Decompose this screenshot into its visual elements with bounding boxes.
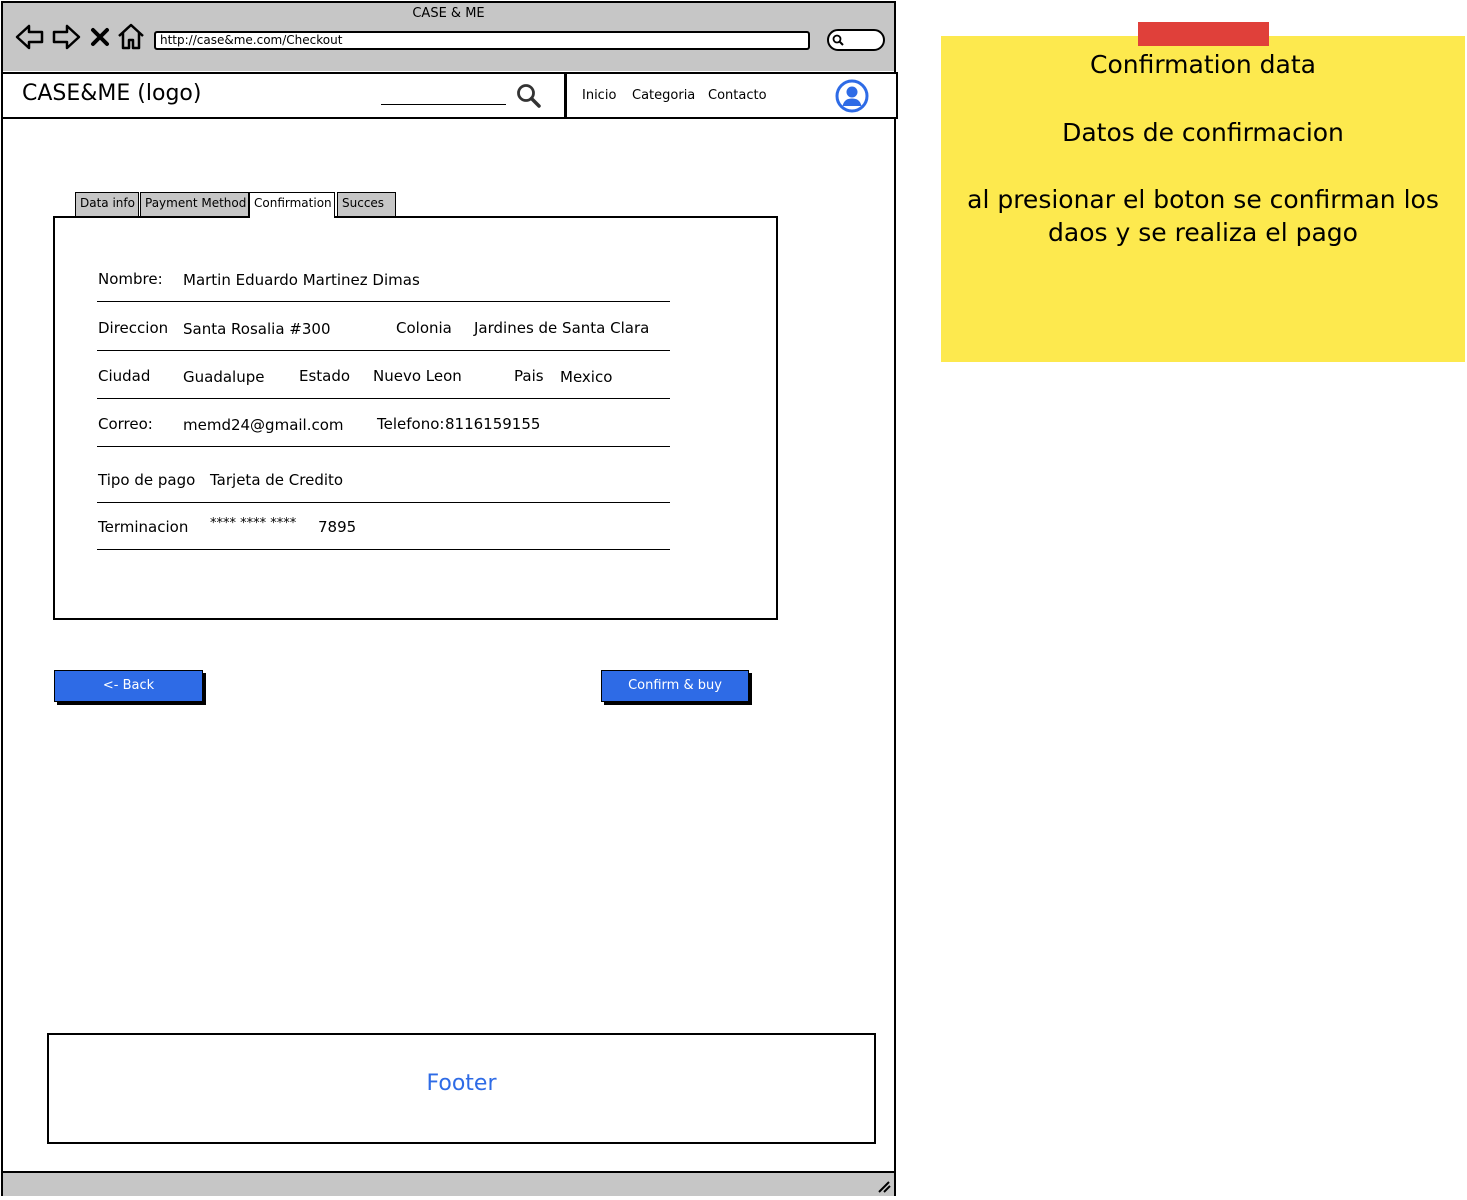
nav-link-contacto[interactable]: Contacto	[708, 88, 767, 103]
terminacion-value: 7895	[318, 518, 357, 536]
estado-value: Nuevo Leon	[373, 367, 462, 385]
tab-succes[interactable]: Succes	[337, 192, 396, 216]
site-search-input[interactable]	[381, 104, 506, 105]
tab-data-info[interactable]: Data info	[75, 192, 139, 216]
correo-value: memd24@gmail.com	[183, 416, 344, 434]
row-divider	[97, 549, 670, 550]
telefono-label: Telefono:	[377, 415, 445, 433]
back-button[interactable]: <- Back	[54, 670, 203, 702]
browser-status-bar	[3, 1171, 894, 1196]
back-icon[interactable]	[15, 22, 45, 52]
colonia-value: Jardines de Santa Clara	[474, 319, 650, 337]
tipo-pago-value: Tarjeta de Credito	[210, 471, 344, 489]
url-bar[interactable]: http://case&me.com/Checkout	[154, 31, 810, 50]
nombre-label: Nombre:	[98, 270, 163, 288]
window-title: CASE & ME	[412, 6, 485, 21]
search-icon[interactable]	[516, 83, 542, 109]
home-icon[interactable]	[116, 21, 146, 51]
logo[interactable]: CASE&ME (logo)	[22, 81, 201, 106]
row-divider	[97, 301, 670, 302]
row-divider	[97, 446, 670, 447]
browser-search-field[interactable]	[827, 29, 885, 51]
nav-link-categoria[interactable]: Categoria	[632, 88, 695, 103]
colonia-label: Colonia	[396, 319, 452, 337]
ciudad-value: Guadalupe	[183, 368, 265, 386]
ciudad-label: Ciudad	[98, 367, 151, 385]
note-line-2: daos y se realiza el pago	[1048, 218, 1358, 247]
tab-confirmation[interactable]: Confirmation	[249, 192, 335, 218]
note-subtitle: Datos de confirmacion	[1062, 118, 1344, 147]
pais-value: Mexico	[560, 368, 613, 386]
nombre-value: Martin Eduardo Martinez Dimas	[183, 271, 420, 289]
telefono-value: 8116159155	[445, 415, 541, 433]
note-line-1: al presionar el boton se confirman los	[967, 185, 1439, 214]
close-icon[interactable]	[88, 22, 112, 52]
footer-label: Footer	[426, 1071, 497, 1096]
note-title: Confirmation data	[1089, 50, 1316, 79]
user-avatar-icon[interactable]	[835, 79, 869, 113]
direccion-value: Santa Rosalia #300	[183, 320, 331, 338]
pais-label: Pais	[514, 367, 544, 385]
row-divider	[97, 398, 670, 399]
row-divider	[97, 502, 670, 503]
row-divider	[97, 350, 670, 351]
resize-handle-icon[interactable]	[876, 1179, 892, 1193]
terminacion-mask: **** **** ****	[210, 516, 297, 531]
tipo-pago-label: Tipo de pago	[98, 471, 196, 489]
terminacion-label: Terminacion	[98, 518, 189, 536]
estado-label: Estado	[299, 367, 351, 385]
confirm-buy-button[interactable]: Confirm & buy	[601, 670, 749, 702]
note-tape	[1138, 22, 1269, 46]
tab-payment-method[interactable]: Payment Method	[140, 192, 249, 216]
correo-label: Correo:	[98, 415, 153, 433]
search-icon	[832, 34, 844, 46]
direccion-label: Direccion	[98, 319, 169, 337]
nav-link-inicio[interactable]: Inicio	[582, 88, 616, 103]
forward-icon[interactable]	[51, 22, 81, 52]
